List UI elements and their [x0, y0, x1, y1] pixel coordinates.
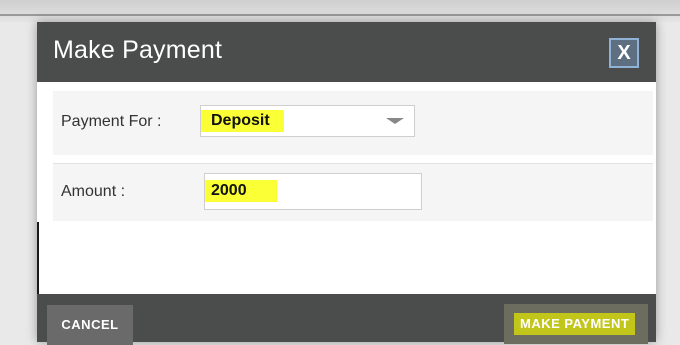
chevron-down-icon — [386, 118, 404, 124]
left-edge-divider — [37, 222, 39, 297]
page-backdrop — [0, 0, 680, 22]
dialog-title: Make Payment — [53, 36, 223, 64]
payment-for-row: Payment For : Deposit — [53, 91, 653, 155]
payment-for-label: Payment For : — [61, 113, 162, 130]
cancel-button[interactable]: CANCEL — [47, 305, 133, 345]
payment-for-select[interactable]: Deposit — [200, 105, 415, 137]
backdrop-divider — [0, 14, 680, 16]
amount-row: Amount : 2000 — [53, 163, 653, 221]
payment-for-selected-value: Deposit — [201, 110, 284, 132]
dialog-footer: CANCEL MAKE PAYMENT — [37, 294, 656, 345]
amount-input[interactable]: 2000 — [204, 173, 422, 210]
make-payment-dialog: Make Payment X Payment For : Deposit Amo… — [37, 22, 656, 345]
close-button[interactable]: X — [609, 38, 639, 68]
amount-value: 2000 — [205, 180, 277, 202]
dialog-header: Make Payment X — [37, 22, 656, 82]
make-payment-button[interactable]: MAKE PAYMENT — [504, 304, 648, 344]
amount-label: Amount : — [61, 183, 126, 200]
dialog-body: Payment For : Deposit Amount : 2000 — [37, 82, 656, 297]
